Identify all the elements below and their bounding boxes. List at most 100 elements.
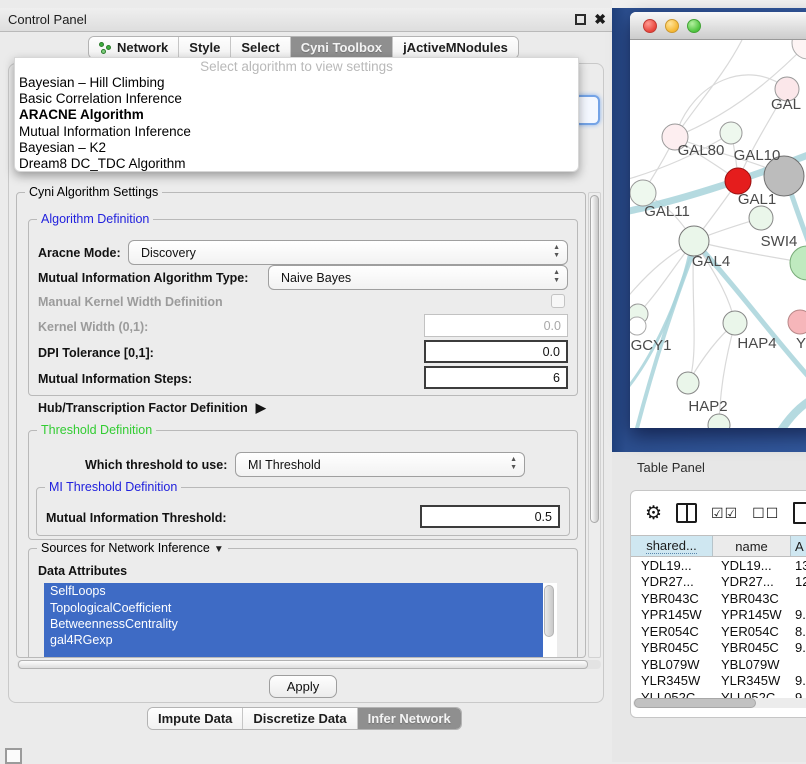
tab-impute-data[interactable]: Impute Data bbox=[148, 708, 243, 729]
float-window-icon[interactable] bbox=[575, 14, 586, 25]
node-unlabeled-top[interactable] bbox=[720, 122, 742, 144]
mi-threshold-field[interactable]: 0.5 bbox=[420, 505, 560, 528]
tab-discretize-data[interactable]: Discretize Data bbox=[243, 708, 357, 729]
manual-kernel-width-label: Manual Kernel Width Definition bbox=[38, 295, 223, 309]
tab-select[interactable]: Select bbox=[231, 37, 290, 58]
label-hap4: HAP4 bbox=[737, 335, 776, 352]
mi-steps-field[interactable]: 6 bbox=[424, 366, 568, 389]
control-panel-tabbar: Network Style Select Cyni Toolbox jActiv… bbox=[88, 36, 519, 59]
document-icon[interactable] bbox=[793, 502, 806, 524]
table-panel-title: Table Panel bbox=[637, 460, 705, 475]
close-icon[interactable]: ✖ bbox=[594, 12, 606, 26]
tab-cyni-toolbox[interactable]: Cyni Toolbox bbox=[291, 37, 393, 58]
settings-vscroll-thumb[interactable] bbox=[590, 195, 599, 523]
list-item-partial[interactable] bbox=[44, 649, 543, 657]
table-row[interactable]: YPR145WYPR145W9. bbox=[631, 607, 806, 624]
settings-vertical-scrollbar[interactable] bbox=[588, 192, 601, 658]
table-row[interactable]: YBR043CYBR043C bbox=[631, 590, 806, 607]
collapse-arrow-icon[interactable]: ▼ bbox=[214, 544, 224, 555]
node-y-cut[interactable] bbox=[788, 310, 806, 334]
kernel-width-label: Kernel Width (0,1): bbox=[38, 320, 148, 334]
spinner-arrows-icon: ▲▼ bbox=[553, 269, 560, 285]
algo-item-bayesian-k2[interactable]: Bayesian – K2 bbox=[15, 140, 578, 156]
table-row[interactable]: YBL079WYBL079W bbox=[631, 656, 806, 673]
table-row[interactable]: YBR045CYBR045C9. bbox=[631, 640, 806, 657]
split-columns-icon[interactable] bbox=[676, 503, 697, 523]
list-item-gal4rgexp[interactable]: gal4RGexp bbox=[44, 632, 543, 648]
table-row[interactable]: YDL19...YDL19...13 bbox=[631, 557, 806, 574]
network-view-window[interactable]: GAL GAL80 GAL10 GAL1 GAL11 GAL4 SWI4 GCY… bbox=[630, 12, 806, 428]
mi-threshold-label: Mutual Information Threshold: bbox=[46, 511, 227, 525]
bottom-tabbar: Impute Data Discretize Data Infer Networ… bbox=[147, 707, 462, 730]
node-hap2[interactable] bbox=[677, 372, 699, 394]
which-threshold-combobox[interactable]: MI Threshold ▲▼ bbox=[235, 452, 525, 477]
aracne-mode-combobox[interactable]: Discovery ▲▼ bbox=[128, 240, 568, 265]
node-unlabeled-left[interactable] bbox=[630, 317, 646, 335]
spinner-arrows-icon: ▲▼ bbox=[510, 456, 517, 472]
column-header-shared-name[interactable]: shared... bbox=[631, 536, 713, 556]
settings-horizontal-scrollbar[interactable] bbox=[17, 660, 601, 669]
label-hap2: HAP2 bbox=[688, 398, 727, 415]
algo-item-basic-correlation[interactable]: Basic Correlation Inference bbox=[15, 91, 578, 107]
label-y-cut: Y bbox=[796, 335, 806, 352]
label-gal10: GAL10 bbox=[734, 147, 781, 164]
node-gal4[interactable] bbox=[679, 226, 709, 256]
label-gcy1: GCY1 bbox=[631, 337, 672, 354]
list-item-topologicalcoefficient[interactable]: TopologicalCoefficient bbox=[44, 599, 543, 615]
data-attributes-list[interactable]: SelfLoops TopologicalCoefficient Between… bbox=[44, 583, 557, 657]
attributes-list-scrollbar[interactable] bbox=[544, 585, 554, 637]
table-toolbar: ⚙ ☑☑ ☐☐ bbox=[631, 491, 806, 535]
apply-button[interactable]: Apply bbox=[269, 675, 337, 698]
spinner-arrows-icon: ▲▼ bbox=[553, 244, 560, 260]
column-header-name[interactable]: name bbox=[713, 536, 791, 556]
threshold-definition-title: Threshold Definition bbox=[37, 423, 156, 437]
table-hscroll-thumb[interactable] bbox=[634, 698, 756, 708]
tab-infer-network[interactable]: Infer Network bbox=[358, 708, 461, 729]
expand-arrow-icon[interactable]: ▶ bbox=[256, 400, 266, 415]
network-graph: GAL GAL80 GAL10 GAL1 GAL11 GAL4 SWI4 GCY… bbox=[630, 40, 806, 428]
table-row[interactable]: YER054CYER054C8. bbox=[631, 623, 806, 640]
column-header-cut[interactable]: A bbox=[791, 536, 806, 556]
tab-network[interactable]: Network bbox=[89, 37, 179, 58]
which-threshold-label: Which threshold to use: bbox=[85, 458, 227, 472]
minimize-traffic-light-icon[interactable] bbox=[665, 19, 679, 33]
algo-item-mutual-information[interactable]: Mutual Information Inference bbox=[15, 124, 578, 140]
network-canvas[interactable]: GAL GAL80 GAL10 GAL1 GAL11 GAL4 SWI4 GCY… bbox=[630, 40, 806, 428]
network-icon bbox=[99, 42, 112, 54]
close-traffic-light-icon[interactable] bbox=[643, 19, 657, 33]
manual-kernel-width-checkbox[interactable] bbox=[551, 294, 565, 308]
algo-item-bayesian-hill-climbing[interactable]: Bayesian – Hill Climbing bbox=[15, 75, 578, 91]
zoom-traffic-light-icon[interactable] bbox=[687, 19, 701, 33]
algo-item-dream8[interactable]: Dream8 DC_TDC Algorithm bbox=[15, 156, 578, 172]
node-unlabeled-bottom[interactable] bbox=[708, 414, 730, 428]
list-item-betweennesscentrality[interactable]: BetweennessCentrality bbox=[44, 616, 543, 632]
control-panel-titlebar[interactable]: Control Panel ✖ bbox=[0, 8, 612, 32]
hub-transcription-expander[interactable]: Hub/Transcription Factor Definition▶ bbox=[38, 400, 266, 416]
algo-item-aracne[interactable]: ARACNE Algorithm bbox=[15, 107, 578, 123]
settings-hscroll-thumb[interactable] bbox=[18, 660, 588, 669]
dpi-tolerance-field[interactable]: 0.0 bbox=[424, 340, 568, 363]
table-horizontal-scrollbar[interactable] bbox=[633, 698, 806, 708]
list-item-selfloops[interactable]: SelfLoops bbox=[44, 583, 543, 599]
network-window-titlebar[interactable] bbox=[630, 12, 806, 40]
gear-icon[interactable]: ⚙ bbox=[645, 502, 662, 525]
node-hap4[interactable] bbox=[723, 311, 747, 335]
sources-group-title[interactable]: Sources for Network Inference▼ bbox=[37, 541, 228, 555]
label-gal11: GAL11 bbox=[644, 203, 690, 220]
tab-jactivemnodules[interactable]: jActiveMNodules bbox=[393, 37, 518, 58]
tab-style[interactable]: Style bbox=[179, 37, 231, 58]
table-row[interactable]: YDR27...YDR27...12 bbox=[631, 574, 806, 591]
label-gal80: GAL80 bbox=[678, 142, 725, 159]
checked-boxes-icon[interactable]: ☑☑ bbox=[711, 505, 738, 522]
mi-algorithm-type-combobox[interactable]: Naive Bayes ▲▼ bbox=[268, 265, 568, 290]
mi-threshold-definition-title: MI Threshold Definition bbox=[45, 480, 181, 494]
right-region: GAL GAL80 GAL10 GAL1 GAL11 GAL4 SWI4 GCY… bbox=[612, 0, 806, 762]
kernel-width-field[interactable]: 0.0 bbox=[424, 314, 568, 337]
algorithm-placeholder: Select algorithm to view settings bbox=[15, 58, 578, 75]
label-gal-cut: GAL bbox=[771, 96, 801, 113]
table-row[interactable]: YLR345WYLR345W9. bbox=[631, 673, 806, 690]
unchecked-boxes-icon[interactable]: ☐☐ bbox=[752, 505, 779, 522]
window-controls: ✖ bbox=[575, 12, 606, 26]
node-swi4[interactable] bbox=[790, 246, 806, 280]
node-gal1[interactable] bbox=[749, 206, 773, 230]
